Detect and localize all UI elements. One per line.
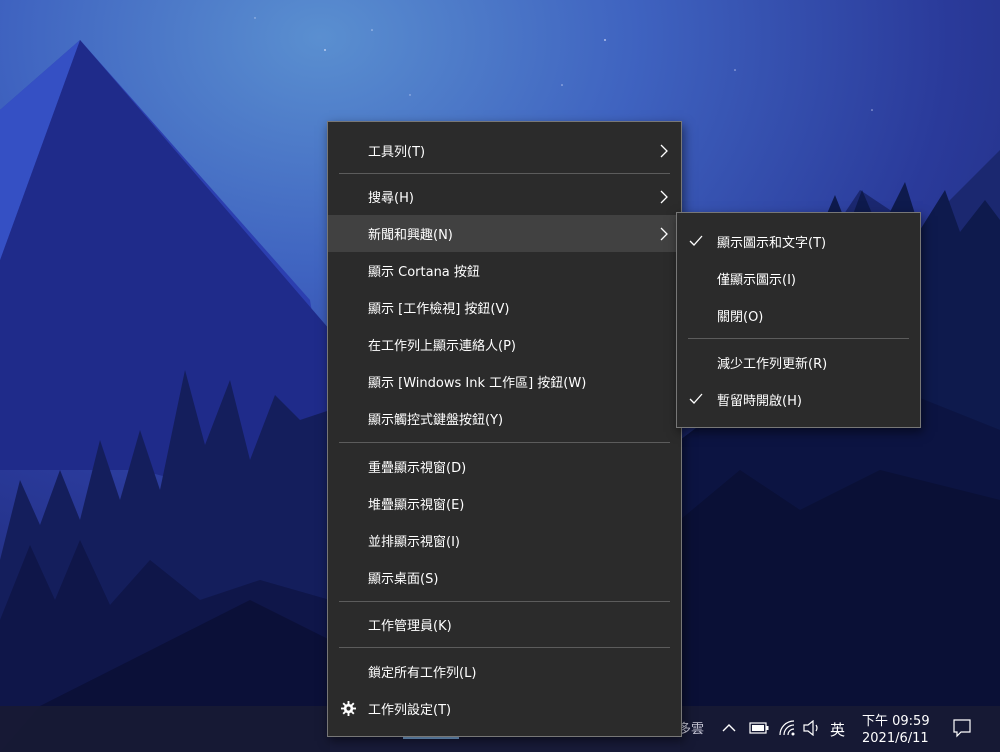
- menu-item-lock-taskbars[interactable]: 鎖定所有工作列(L): [328, 653, 681, 690]
- submenu-item-open-on-hover[interactable]: 暫留時開啟(H): [677, 381, 920, 418]
- menu-item-label: 工具列(T): [368, 145, 426, 160]
- gear-icon: [341, 701, 356, 716]
- menu-item-label: 顯示 [工作檢視] 按鈕(V): [368, 302, 510, 317]
- clock-date[interactable]: 2021/6/11: [862, 731, 929, 746]
- submenu-item-label: 暫留時開啟(H): [717, 394, 802, 409]
- news-and-interests-submenu: 顯示圖示和文字(T) 僅顯示圖示(I) 關閉(O) 減少工作列更新(R) 暫留時…: [676, 212, 921, 428]
- menu-separator: [688, 338, 909, 339]
- menu-item-label: 堆疊顯示視窗(E): [368, 498, 465, 513]
- menu-item-side-by-side[interactable]: 並排顯示視窗(I): [328, 522, 681, 559]
- menu-item-cascade-windows[interactable]: 重疊顯示視窗(D): [328, 448, 681, 485]
- menu-item-show-people[interactable]: 在工作列上顯示連絡人(P): [328, 326, 681, 363]
- menu-item-label: 鎖定所有工作列(L): [368, 666, 477, 681]
- submenu-item-show-icon-and-text[interactable]: 顯示圖示和文字(T): [677, 223, 920, 260]
- menu-item-label: 顯示桌面(S): [368, 572, 439, 587]
- volume-icon[interactable]: [803, 720, 821, 736]
- menu-item-show-task-view[interactable]: 顯示 [工作檢視] 按鈕(V): [328, 289, 681, 326]
- menu-item-taskbar-settings[interactable]: 工作列設定(T): [328, 690, 681, 727]
- menu-separator: [339, 601, 670, 602]
- submenu-item-label: 僅顯示圖示(I): [717, 273, 796, 288]
- menu-item-news-and-interests[interactable]: 新聞和興趣(N): [328, 215, 681, 252]
- menu-item-task-manager[interactable]: 工作管理員(K): [328, 606, 681, 643]
- menu-item-label: 工作管理員(K): [368, 619, 452, 634]
- submenu-item-turn-off[interactable]: 關閉(O): [677, 297, 920, 334]
- menu-item-label: 顯示 [Windows Ink 工作區] 按鈕(W): [368, 376, 587, 391]
- submenu-item-show-icon-only[interactable]: 僅顯示圖示(I): [677, 260, 920, 297]
- menu-item-toolbars[interactable]: 工具列(T): [328, 132, 681, 169]
- taskbar-context-menu: 工具列(T) 搜尋(H) 新聞和興趣(N) 顯示 Cortana 按鈕 顯示 […: [327, 121, 682, 737]
- ime-indicator[interactable]: 英: [830, 719, 845, 740]
- menu-item-label: 工作列設定(T): [368, 703, 452, 718]
- submenu-item-label: 減少工作列更新(R): [717, 357, 828, 372]
- menu-separator: [339, 647, 670, 648]
- checkmark-icon: [689, 393, 703, 404]
- clock-time[interactable]: 下午 09:59: [862, 710, 930, 729]
- menu-item-show-windows-ink[interactable]: 顯示 [Windows Ink 工作區] 按鈕(W): [328, 363, 681, 400]
- menu-separator: [339, 442, 670, 443]
- menu-item-label: 並排顯示視窗(I): [368, 535, 460, 550]
- menu-item-show-touch-keyboard[interactable]: 顯示觸控式鍵盤按鈕(Y): [328, 400, 681, 437]
- wifi-icon[interactable]: [778, 719, 796, 737]
- menu-item-label: 重疊顯示視窗(D): [368, 461, 467, 476]
- menu-item-label: 顯示觸控式鍵盤按鈕(Y): [368, 413, 504, 428]
- notification-icon[interactable]: [952, 718, 972, 738]
- chevron-right-icon: [660, 144, 668, 158]
- chevron-right-icon: [660, 227, 668, 241]
- chevron-up-icon[interactable]: [722, 723, 736, 733]
- submenu-item-label: 顯示圖示和文字(T): [717, 236, 827, 251]
- menu-item-search[interactable]: 搜尋(H): [328, 178, 681, 215]
- chevron-right-icon: [660, 190, 668, 204]
- submenu-item-label: 關閉(O): [717, 310, 764, 325]
- menu-item-label: 新聞和興趣(N): [368, 228, 453, 243]
- menu-item-stack-windows[interactable]: 堆疊顯示視窗(E): [328, 485, 681, 522]
- submenu-item-reduce-updates[interactable]: 減少工作列更新(R): [677, 344, 920, 381]
- menu-item-label: 搜尋(H): [368, 191, 414, 206]
- menu-item-show-cortana[interactable]: 顯示 Cortana 按鈕: [328, 252, 681, 289]
- checkmark-icon: [689, 235, 703, 246]
- battery-icon[interactable]: [749, 722, 769, 734]
- menu-item-show-desktop[interactable]: 顯示桌面(S): [328, 559, 681, 596]
- menu-item-label: 在工作列上顯示連絡人(P): [368, 339, 516, 354]
- menu-item-label: 顯示 Cortana 按鈕: [368, 265, 480, 280]
- menu-separator: [339, 173, 670, 174]
